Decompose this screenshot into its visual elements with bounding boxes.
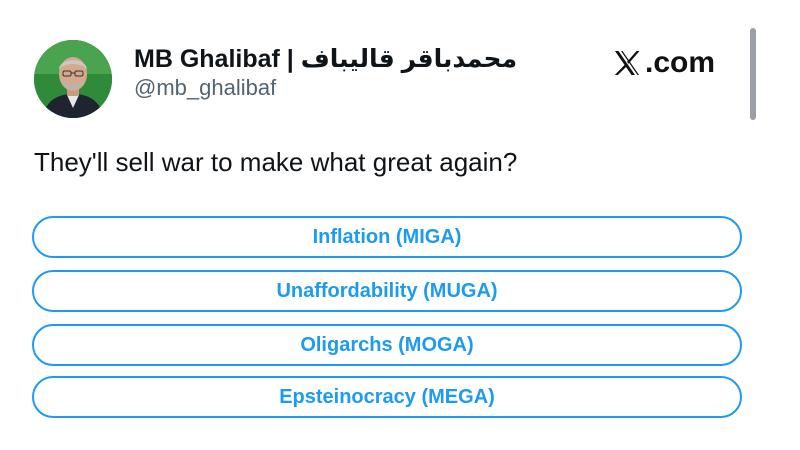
user-handle[interactable]: @mb_ghalibaf — [134, 74, 276, 102]
poll-option-label: Unaffordability (MUGA) — [276, 279, 498, 302]
avatar[interactable] — [34, 40, 112, 118]
post-text: They'll sell war to make what great agai… — [34, 147, 518, 177]
brand-logo: .com — [612, 46, 715, 80]
x-logo-icon — [614, 51, 640, 75]
scrollbar[interactable] — [750, 28, 756, 120]
poll-option-4[interactable]: Epsteinocracy (MEGA) — [32, 376, 742, 418]
poll-option-2[interactable]: Unaffordability (MUGA) — [32, 270, 742, 312]
poll-option-label: Inflation (MIGA) — [312, 225, 462, 248]
poll-option-3[interactable]: Oligarchs (MOGA) — [32, 324, 742, 366]
poll-option-1[interactable]: Inflation (MIGA) — [32, 216, 742, 258]
display-name[interactable]: MB Ghalibaf | محمدباقر قالیباف — [134, 44, 517, 74]
post-card: MB Ghalibaf | محمدباقر قالیباف @mb_ghali… — [0, 0, 800, 450]
profile-photo-icon — [34, 40, 112, 118]
poll-option-label: Epsteinocracy (MEGA) — [279, 385, 495, 408]
brand-domain: .com — [645, 46, 716, 79]
poll-option-label: Oligarchs (MOGA) — [300, 333, 474, 356]
